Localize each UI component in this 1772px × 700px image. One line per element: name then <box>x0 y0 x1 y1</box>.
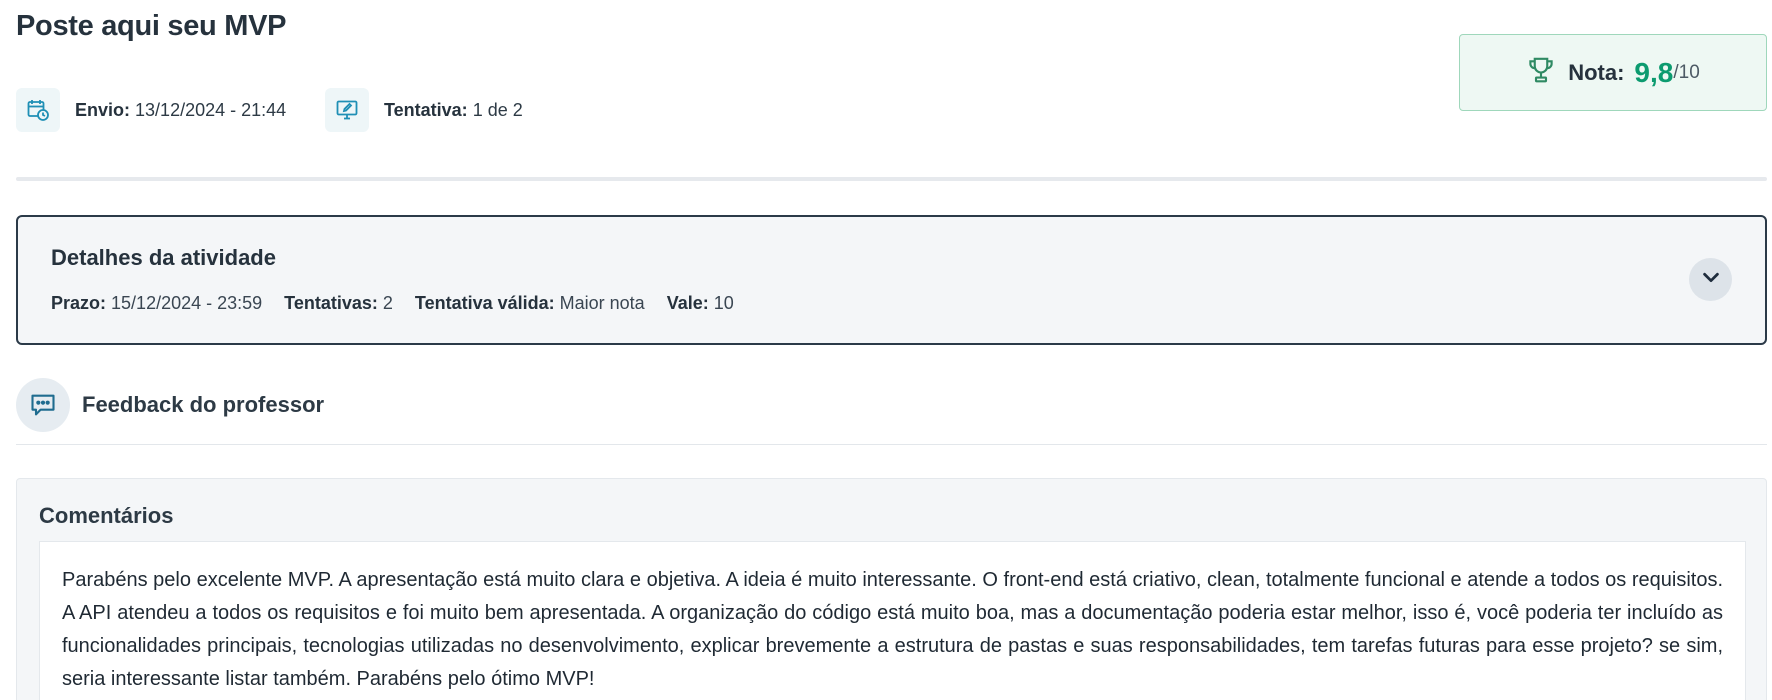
grade-max: /10 <box>1673 61 1700 83</box>
chat-bubble-icon <box>16 378 70 432</box>
comments-title: Comentários <box>39 503 174 528</box>
activity-details-title: Detalhes da atividade <box>51 245 276 270</box>
attempts-value: 2 <box>382 293 393 313</box>
valid-attempt-info: Tentativa válida: Maior nota <box>415 293 645 314</box>
deadline-info: Prazo: 15/12/2024 - 23:59 <box>51 293 262 314</box>
deadline-label: Prazo: <box>51 293 107 313</box>
submission-date: Envio: 13/12/2024 - 21:44 <box>16 88 286 132</box>
valid-attempt-value: Maior nota <box>559 293 645 313</box>
chevron-down-icon <box>1700 266 1722 293</box>
worth-info: Vale: 10 <box>667 293 734 314</box>
grade-value: 9,8 <box>1634 56 1674 88</box>
attempts-label: Tentativas: <box>284 293 378 313</box>
attempt-info: Tentativa: 1 de 2 <box>325 88 523 132</box>
page-title: Poste aqui seu MVP <box>16 10 287 42</box>
attempt-label: Tentativa: <box>384 99 468 120</box>
activity-details-card[interactable]: Detalhes da atividade Prazo: 15/12/2024 … <box>16 215 1767 345</box>
activity-details-row: Prazo: 15/12/2024 - 23:59 Tentativas: 2 … <box>51 293 734 314</box>
trophy-icon <box>1526 55 1556 90</box>
teacher-feedback-title: Feedback do professor <box>82 392 325 417</box>
submission-date-label: Envio: <box>75 99 131 120</box>
attempt-value: 1 de 2 <box>472 99 523 120</box>
grade-card: Nota: 9,8 /10 <box>1459 34 1767 111</box>
monitor-edit-icon <box>325 88 369 132</box>
feedback-divider <box>16 444 1767 445</box>
teacher-feedback-header: Feedback do professor <box>16 378 324 432</box>
comments-body: Parabéns pelo excelente MVP. A apresenta… <box>39 541 1746 700</box>
valid-attempt-label: Tentativa válida: <box>414 293 555 313</box>
worth-value: 10 <box>713 293 734 313</box>
calendar-clock-icon <box>16 88 60 132</box>
grade-label: Nota: <box>1568 59 1625 85</box>
submission-date-value: 13/12/2024 - 21:44 <box>135 99 287 120</box>
comments-section: Comentários Parabéns pelo excelente MVP.… <box>16 478 1767 700</box>
worth-label: Vale: <box>666 293 709 313</box>
comments-text: Parabéns pelo excelente MVP. A apresenta… <box>62 569 1723 690</box>
expand-details-button[interactable] <box>1689 258 1732 301</box>
section-divider <box>16 177 1767 181</box>
deadline-value: 15/12/2024 - 23:59 <box>111 293 263 313</box>
attempts-info: Tentativas: 2 <box>284 293 393 314</box>
